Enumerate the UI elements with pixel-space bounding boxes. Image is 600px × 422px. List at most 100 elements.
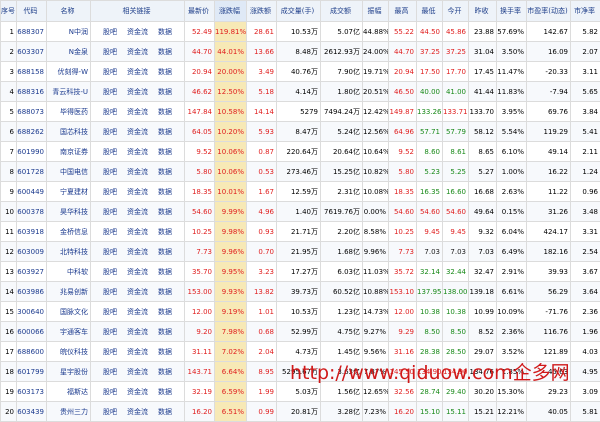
- guba-link[interactable]: 股吧: [103, 207, 117, 217]
- table-row[interactable]: 12603009北特科技股吧资金流数据7.739.96%0.7021.95万1.…: [1, 242, 600, 262]
- data-link[interactable]: 数据: [158, 307, 172, 317]
- stock-code-link[interactable]: 603439: [17, 402, 47, 422]
- data-link[interactable]: 数据: [158, 67, 172, 77]
- stock-code-link[interactable]: 601728: [17, 162, 47, 182]
- column-header-10[interactable]: 最高: [389, 1, 417, 22]
- guba-link[interactable]: 股吧: [103, 347, 117, 357]
- guba-link[interactable]: 股吧: [103, 227, 117, 237]
- data-link[interactable]: 数据: [158, 387, 172, 397]
- column-header-11[interactable]: 最低: [417, 1, 443, 22]
- stock-code-link[interactable]: 688158: [17, 62, 47, 82]
- guba-link[interactable]: 股吧: [103, 127, 117, 137]
- stock-name-link[interactable]: 南京证券: [47, 142, 91, 162]
- stock-name-link[interactable]: 宁夏建材: [47, 182, 91, 202]
- table-row[interactable]: 4688316青云科技-U股吧资金流数据46.6212.50%5.184.14万…: [1, 82, 600, 102]
- table-row[interactable]: 2603307N金泉股吧资金流数据44.7044.01%13.668.48万26…: [1, 42, 600, 62]
- stock-name-link[interactable]: 金桥信息: [47, 222, 91, 242]
- table-row[interactable]: 14603986兆易创新股吧资金流数据153.009.93%13.8239.73…: [1, 282, 600, 302]
- stock-code-link[interactable]: 603927: [17, 262, 47, 282]
- data-link[interactable]: 数据: [158, 127, 172, 137]
- data-link[interactable]: 数据: [158, 107, 172, 117]
- guba-link[interactable]: 股吧: [103, 167, 117, 177]
- data-link[interactable]: 数据: [158, 147, 172, 157]
- table-row[interactable]: 1688307N中润股吧资金流数据52.49119.81%28.6110.53万…: [1, 22, 600, 42]
- guba-link[interactable]: 股吧: [103, 47, 117, 57]
- stock-name-link[interactable]: 青云科技-U: [47, 82, 91, 102]
- data-link[interactable]: 数据: [158, 347, 172, 357]
- stock-name-link[interactable]: 兆易创新: [47, 282, 91, 302]
- stock-name-link[interactable]: 福斯达: [47, 382, 91, 402]
- table-row[interactable]: 20603439贵州三力股吧资金流数据16.206.51%0.9920.81万3…: [1, 402, 600, 422]
- stock-code-link[interactable]: 603173: [17, 382, 47, 402]
- table-row[interactable]: 8601728中国电信股吧资金流数据5.8010.06%0.53273.46万1…: [1, 162, 600, 182]
- stock-code-link[interactable]: 688073: [17, 102, 47, 122]
- table-row[interactable]: 15300640国脉文化股吧资金流数据12.009.19%1.0110.53万1…: [1, 302, 600, 322]
- guba-link[interactable]: 股吧: [103, 367, 117, 377]
- guba-link[interactable]: 股吧: [103, 327, 117, 337]
- table-row[interactable]: 13603927中科软股吧资金流数据35.709.95%3.2317.27万6.…: [1, 262, 600, 282]
- fund-flow-link[interactable]: 资金流: [127, 327, 148, 337]
- data-link[interactable]: 数据: [158, 247, 172, 257]
- stock-code-link[interactable]: 603009: [17, 242, 47, 262]
- column-header-16[interactable]: 市净率: [571, 1, 600, 22]
- fund-flow-link[interactable]: 资金流: [127, 247, 148, 257]
- data-link[interactable]: 数据: [158, 267, 172, 277]
- guba-link[interactable]: 股吧: [103, 287, 117, 297]
- column-header-12[interactable]: 今开: [443, 1, 469, 22]
- stock-name-link[interactable]: 中国电信: [47, 162, 91, 182]
- stock-code-link[interactable]: 688262: [17, 122, 47, 142]
- table-row[interactable]: 11603918金桥信息股吧资金流数据10.259.98%0.9321.71万2…: [1, 222, 600, 242]
- fund-flow-link[interactable]: 资金流: [127, 27, 148, 37]
- table-row[interactable]: 9600449宁夏建材股吧资金流数据18.3510.01%1.6712.59万2…: [1, 182, 600, 202]
- column-header-14[interactable]: 换手率: [497, 1, 527, 22]
- guba-link[interactable]: 股吧: [103, 187, 117, 197]
- stock-code-link[interactable]: 603307: [17, 42, 47, 62]
- fund-flow-link[interactable]: 资金流: [127, 107, 148, 117]
- data-link[interactable]: 数据: [158, 27, 172, 37]
- column-header-13[interactable]: 昨收: [469, 1, 497, 22]
- stock-code-link[interactable]: 603986: [17, 282, 47, 302]
- column-header-5[interactable]: 涨跌幅: [215, 1, 247, 22]
- stock-code-link[interactable]: 600378: [17, 202, 47, 222]
- stock-name-link[interactable]: 北特科技: [47, 242, 91, 262]
- stock-name-link[interactable]: 宇通客车: [47, 322, 91, 342]
- stock-name-link[interactable]: 皖仪科技: [47, 342, 91, 362]
- data-link[interactable]: 数据: [158, 407, 172, 417]
- fund-flow-link[interactable]: 资金流: [127, 207, 148, 217]
- data-link[interactable]: 数据: [158, 187, 172, 197]
- table-row[interactable]: 7601990南京证券股吧资金流数据9.5210.06%0.87220.64万2…: [1, 142, 600, 162]
- table-row[interactable]: 17688600皖仪科技股吧资金流数据31.117.02%2.044.73万1.…: [1, 342, 600, 362]
- data-link[interactable]: 数据: [158, 327, 172, 337]
- column-header-7[interactable]: 成交量(手): [277, 1, 321, 22]
- guba-link[interactable]: 股吧: [103, 307, 117, 317]
- column-header-8[interactable]: 成交额: [321, 1, 363, 22]
- stock-name-link[interactable]: 优刻得-W: [47, 62, 91, 82]
- stock-code-link[interactable]: 688307: [17, 22, 47, 42]
- fund-flow-link[interactable]: 资金流: [127, 167, 148, 177]
- guba-link[interactable]: 股吧: [103, 247, 117, 257]
- stock-code-link[interactable]: 300640: [17, 302, 47, 322]
- column-header-6[interactable]: 涨跌额: [247, 1, 277, 22]
- fund-flow-link[interactable]: 资金流: [127, 287, 148, 297]
- fund-flow-link[interactable]: 资金流: [127, 147, 148, 157]
- column-header-0[interactable]: 序号: [1, 1, 17, 22]
- fund-flow-link[interactable]: 资金流: [127, 227, 148, 237]
- stock-name-link[interactable]: 贵州三力: [47, 402, 91, 422]
- guba-link[interactable]: 股吧: [103, 147, 117, 157]
- stock-code-link[interactable]: 688600: [17, 342, 47, 362]
- guba-link[interactable]: 股吧: [103, 387, 117, 397]
- table-row[interactable]: 3688158优刻得-W股吧资金流数据20.9420.00%3.4940.76万…: [1, 62, 600, 82]
- fund-flow-link[interactable]: 资金流: [127, 47, 148, 57]
- guba-link[interactable]: 股吧: [103, 67, 117, 77]
- data-link[interactable]: 数据: [158, 287, 172, 297]
- stock-name-link[interactable]: 国芯科技: [47, 122, 91, 142]
- stock-name-link[interactable]: 昊华科技: [47, 202, 91, 222]
- table-row[interactable]: 19603173福斯达股吧资金流数据32.196.59%1.995.03万1.5…: [1, 382, 600, 402]
- table-row[interactable]: 5688073毕得医药股吧资金流数据147.8410.58%14.1452797…: [1, 102, 600, 122]
- stock-code-link[interactable]: 601799: [17, 362, 47, 382]
- stock-name-link[interactable]: 国脉文化: [47, 302, 91, 322]
- guba-link[interactable]: 股吧: [103, 87, 117, 97]
- fund-flow-link[interactable]: 资金流: [127, 187, 148, 197]
- stock-name-link[interactable]: 毕得医药: [47, 102, 91, 122]
- data-link[interactable]: 数据: [158, 367, 172, 377]
